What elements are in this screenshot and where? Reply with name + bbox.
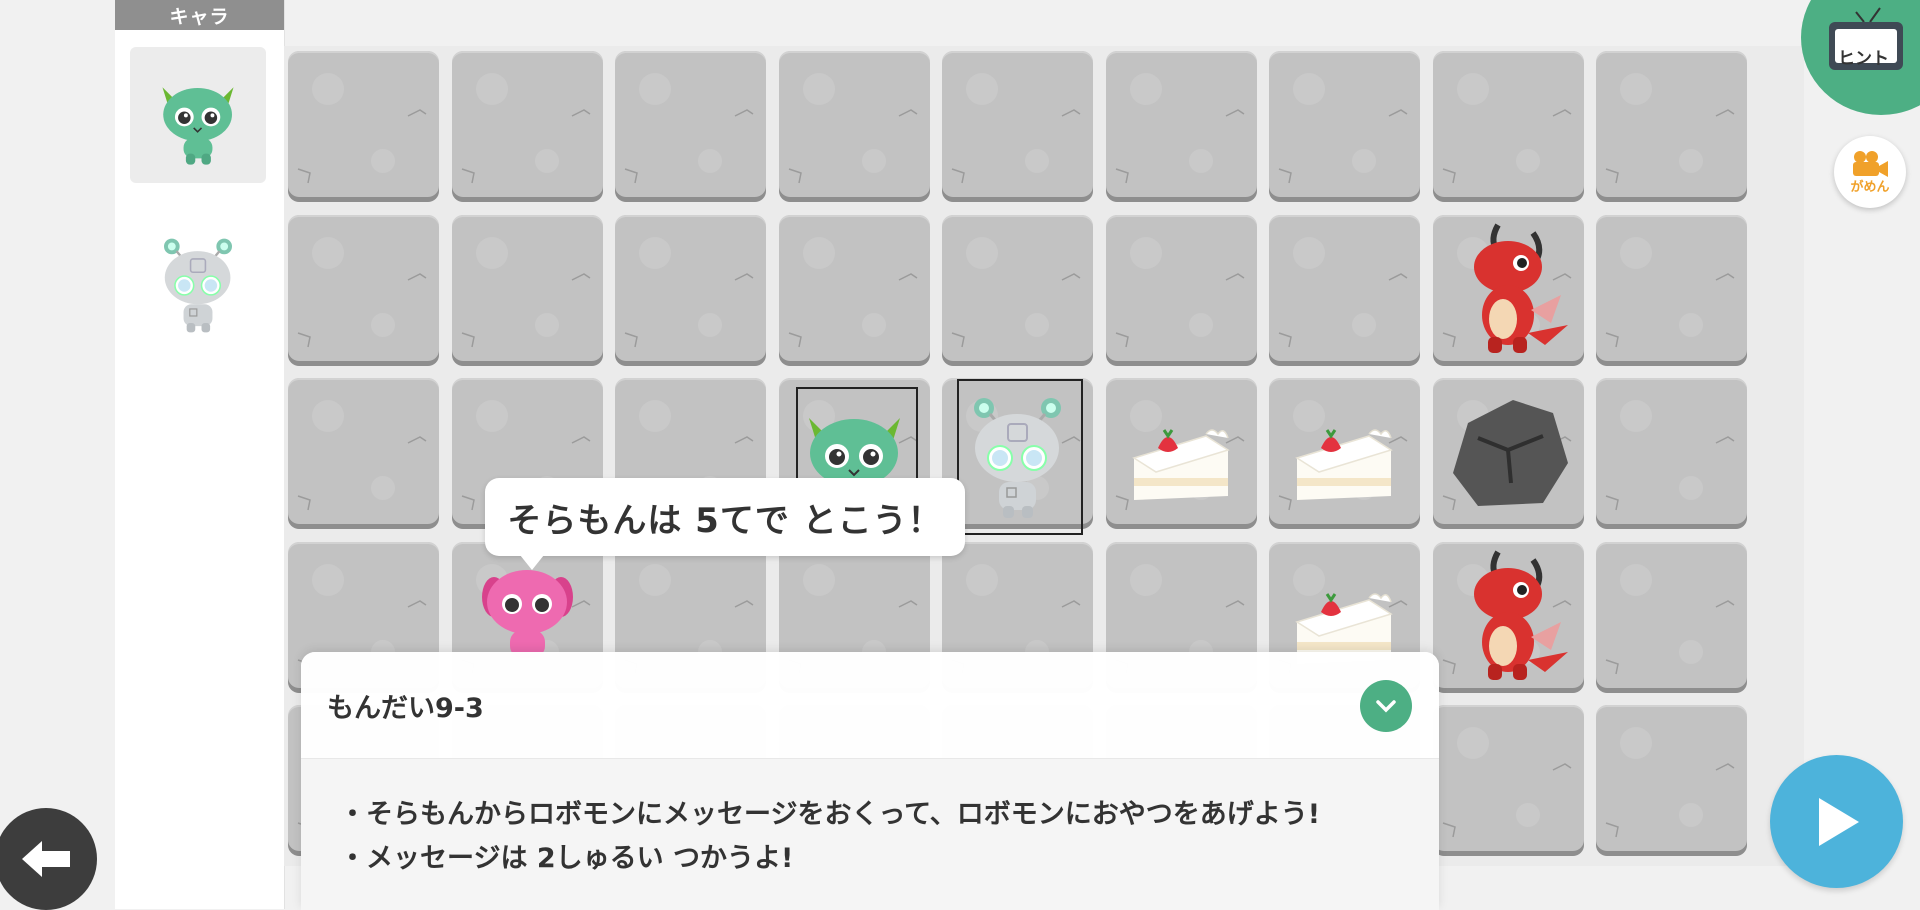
chevron-down-icon xyxy=(1376,700,1396,713)
problem-title: もんだい9-3 xyxy=(327,692,484,724)
board-tile xyxy=(1596,51,1747,202)
board-tile xyxy=(1269,51,1420,202)
cake-icon xyxy=(1106,378,1257,529)
board-tile xyxy=(778,214,930,366)
board-tile xyxy=(288,378,439,529)
board-tile xyxy=(942,214,1093,366)
play-icon xyxy=(1818,797,1859,846)
board-tile xyxy=(942,51,1093,202)
problem-description: ・そらもんからロボモンにメッセージをおくって、ロボモンにおやつをあげよう! ・メ… xyxy=(301,759,1439,910)
character-card-soramon[interactable] xyxy=(130,47,266,183)
board-tile xyxy=(1269,214,1420,366)
screen-record-button[interactable]: がめん xyxy=(1834,136,1906,208)
character-card-robomon[interactable] xyxy=(130,214,266,350)
character-sidebar: キャラ xyxy=(115,0,285,909)
board-tile xyxy=(451,214,603,366)
problem-line: ・そらもんからロボモンにメッセージをおくって、ロボモンにおやつをあげよう! xyxy=(339,799,1321,830)
hint-button[interactable]: ヒント xyxy=(1801,0,1920,115)
arrow-left-icon xyxy=(22,841,70,877)
board-tile xyxy=(451,51,603,202)
board-tile xyxy=(1432,541,1584,693)
green-monster-icon xyxy=(139,56,257,174)
back-button[interactable] xyxy=(0,808,97,910)
hint-label: ヒント xyxy=(1838,49,1889,69)
speech-bubble: そらもんは 5てで とこう！ xyxy=(485,478,965,570)
board-tile xyxy=(288,214,439,366)
dragon-icon xyxy=(1433,542,1584,693)
board-tile xyxy=(1269,378,1420,529)
board-tile xyxy=(1105,51,1257,202)
board-tile xyxy=(288,51,439,202)
board-tile xyxy=(1596,378,1747,529)
board-tile xyxy=(1105,378,1257,529)
selection-outline-robomon xyxy=(957,379,1083,535)
board-tile xyxy=(1432,705,1584,856)
board-tile xyxy=(1596,214,1747,366)
rock-icon xyxy=(1433,378,1584,529)
video-camera-icon xyxy=(1853,150,1888,177)
play-button[interactable] xyxy=(1770,755,1903,888)
board-tile xyxy=(1596,541,1747,693)
cake-icon xyxy=(1269,378,1420,529)
board-tile xyxy=(1596,705,1747,856)
board-tile xyxy=(1432,214,1584,366)
dragon-icon xyxy=(1433,215,1584,366)
collapse-button[interactable] xyxy=(1360,680,1412,732)
problem-panel: もんだい9-3 ・そらもんからロボモンにメッセージをおくって、ロボモンにおやつを… xyxy=(301,652,1439,910)
board-tile xyxy=(615,214,766,366)
movie-label: がめん xyxy=(1850,179,1890,195)
robot-monster-icon xyxy=(139,223,257,341)
problem-header[interactable]: もんだい9-3 xyxy=(301,652,1439,759)
board-tile xyxy=(1432,51,1584,202)
board-tile xyxy=(615,51,766,202)
board-tile xyxy=(1432,378,1584,529)
board-tile xyxy=(778,51,930,202)
problem-line: ・メッセージは 2しゅるい つかうよ! xyxy=(339,843,794,874)
board-tile xyxy=(1105,214,1257,366)
sidebar-header: キャラ xyxy=(115,0,284,30)
